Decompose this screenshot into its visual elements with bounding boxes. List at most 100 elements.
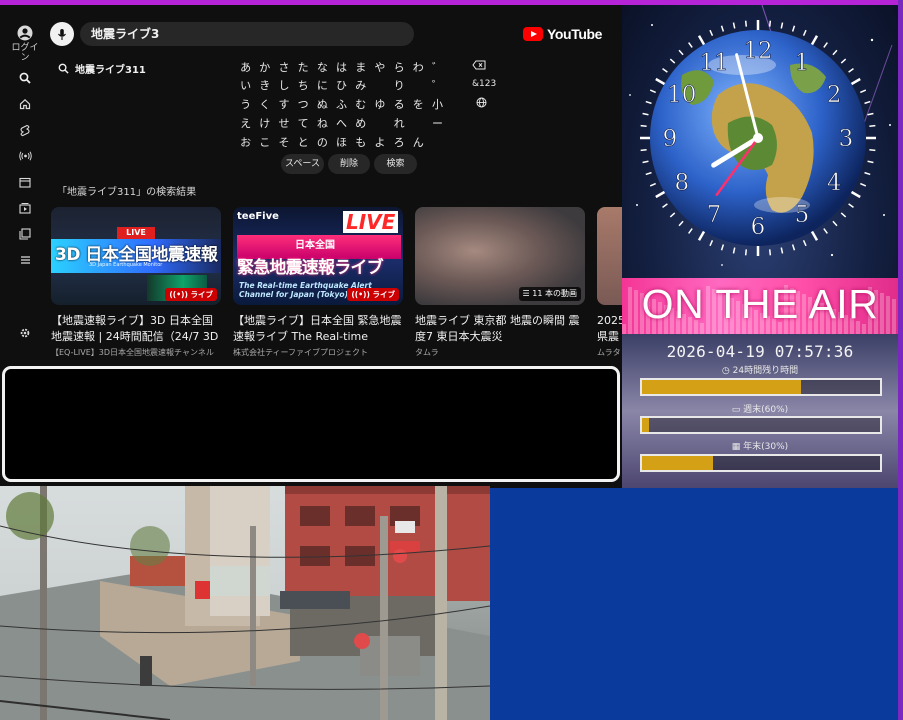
key[interactable]: お bbox=[236, 134, 255, 150]
key[interactable]: ー bbox=[428, 115, 447, 131]
key[interactable]: ひ bbox=[332, 77, 351, 93]
key[interactable]: へ bbox=[332, 115, 351, 131]
key[interactable]: せ bbox=[274, 115, 293, 131]
clock-numeral: 11 bbox=[699, 50, 728, 76]
key[interactable]: し bbox=[274, 77, 293, 93]
blank-video-window[interactable] bbox=[2, 366, 620, 482]
key[interactable]: そ bbox=[274, 134, 293, 150]
key[interactable]: に bbox=[313, 77, 332, 93]
key[interactable]: つ bbox=[294, 96, 313, 112]
key[interactable]: ち bbox=[294, 77, 313, 93]
key[interactable]: み bbox=[351, 77, 370, 93]
video-thumbnail bbox=[597, 207, 622, 305]
rail-live-icon[interactable] bbox=[14, 146, 36, 166]
key[interactable]: め bbox=[351, 115, 370, 131]
key[interactable]: む bbox=[351, 96, 370, 112]
live-signal-icon: ((•)) bbox=[169, 290, 191, 299]
key[interactable]: を bbox=[409, 96, 428, 112]
thumb-headline: 緊急地震速報ライブ bbox=[237, 258, 384, 278]
key[interactable]: と bbox=[294, 134, 313, 150]
result-card[interactable]: ☰ 11 本の動画 地震ライブ 東京都 地震の瞬間 震度7 東日本大震災 タムラ bbox=[415, 207, 585, 358]
rail-calendar-icon[interactable] bbox=[14, 172, 36, 192]
rail-library-icon[interactable] bbox=[14, 224, 36, 244]
key[interactable]: も bbox=[351, 134, 370, 150]
clock-numeral: 7 bbox=[707, 202, 722, 228]
key[interactable]: ふ bbox=[332, 96, 351, 112]
key[interactable]: ほ bbox=[332, 134, 351, 150]
key[interactable]: る bbox=[390, 96, 409, 112]
space-button[interactable]: スペース bbox=[281, 154, 324, 174]
key[interactable]: す bbox=[274, 96, 293, 112]
key[interactable]: う bbox=[236, 96, 255, 112]
key[interactable] bbox=[370, 115, 389, 131]
key[interactable]: ら bbox=[390, 59, 409, 75]
key[interactable]: ぬ bbox=[313, 96, 332, 112]
calendar-icon bbox=[19, 177, 31, 188]
bar-label-text: 週末(60%) bbox=[743, 405, 789, 415]
key[interactable]: か bbox=[255, 59, 274, 75]
key[interactable]: ゜ bbox=[428, 77, 447, 93]
video-title: 【地震ライブ】日本全国 緊急地震速報ライブ The Real-time bbox=[233, 314, 402, 343]
rail-search-icon[interactable] bbox=[14, 68, 36, 88]
clock-numeral: 5 bbox=[795, 202, 810, 228]
language-key[interactable] bbox=[476, 97, 487, 111]
backspace-key[interactable] bbox=[472, 60, 486, 73]
search-suggestion[interactable]: 地震ライブ311 bbox=[58, 61, 146, 76]
key[interactable]: よ bbox=[370, 134, 389, 150]
key[interactable]: は bbox=[332, 59, 351, 75]
voice-search-button[interactable] bbox=[50, 22, 74, 46]
key[interactable]: ろ bbox=[390, 134, 409, 150]
search-input[interactable]: 地震ライブ3 bbox=[80, 22, 414, 46]
key[interactable] bbox=[409, 115, 428, 131]
on-air-clock-panel: 12 1 2 3 4 5 6 7 8 9 10 11 ON THE AIR 2026-04-19 07… bbox=[622, 5, 898, 488]
delete-button[interactable]: 削除 bbox=[328, 154, 370, 174]
numeric-mode-key[interactable]: &123 bbox=[472, 79, 496, 89]
key[interactable]: り bbox=[390, 77, 409, 93]
key[interactable]: け bbox=[255, 115, 274, 131]
video-title: 【地震速報ライブ】3D 日本全国地震速報 | 24時間配信（24/7 3D bbox=[51, 314, 219, 343]
key[interactable]: ゆ bbox=[370, 96, 389, 112]
key[interactable]: ん bbox=[409, 134, 428, 150]
clock-tick bbox=[768, 249, 772, 256]
key[interactable]: た bbox=[294, 59, 313, 75]
key[interactable]: ま bbox=[351, 59, 370, 75]
live-badge-label: ライブ bbox=[372, 290, 396, 299]
result-card[interactable]: 2025 県震 ムラタ bbox=[597, 207, 622, 358]
globe-icon bbox=[476, 97, 487, 108]
key[interactable]: ゛ bbox=[428, 59, 447, 75]
key[interactable]: て bbox=[294, 115, 313, 131]
key[interactable]: れ bbox=[390, 115, 409, 131]
rail-shorts-icon[interactable] bbox=[14, 120, 36, 140]
key[interactable]: え bbox=[236, 115, 255, 131]
key[interactable]: く bbox=[255, 96, 274, 112]
key[interactable]: 小 bbox=[428, 96, 447, 112]
key[interactable]: や bbox=[370, 59, 389, 75]
video-thumbnail: teeFive LIVE 日本全国 緊急地震速報ライブ The Real-tim… bbox=[233, 207, 403, 305]
search-button[interactable]: 検索 bbox=[374, 154, 417, 174]
rail-menu-icon[interactable] bbox=[14, 250, 36, 270]
keyboard-row-5: おこそとのほもよろん bbox=[236, 134, 447, 150]
key[interactable] bbox=[370, 77, 389, 93]
playlist-count-label: 11 本の動画 bbox=[532, 289, 577, 298]
key[interactable]: の bbox=[313, 134, 332, 150]
result-card[interactable]: LIVE 3D 日本全国地震速報 3D Japan Earthquake Mon… bbox=[51, 207, 221, 358]
backspace-icon bbox=[472, 60, 486, 70]
key[interactable]: わ bbox=[409, 59, 428, 75]
rail-settings-icon[interactable] bbox=[14, 323, 36, 343]
key[interactable]: ね bbox=[313, 115, 332, 131]
key[interactable]: さ bbox=[274, 59, 293, 75]
clock-numeral: 4 bbox=[827, 170, 842, 196]
key[interactable]: き bbox=[255, 77, 274, 93]
key[interactable]: こ bbox=[255, 134, 274, 150]
key[interactable] bbox=[428, 134, 447, 150]
result-card[interactable]: teeFive LIVE 日本全国 緊急地震速報ライブ The Real-tim… bbox=[233, 207, 403, 358]
key[interactable]: あ bbox=[236, 59, 255, 75]
key[interactable]: な bbox=[313, 59, 332, 75]
rail-subscriptions-icon[interactable] bbox=[14, 198, 36, 218]
login-button[interactable]: ログイン bbox=[8, 25, 42, 63]
key[interactable]: い bbox=[236, 77, 255, 93]
rail-home-icon[interactable] bbox=[14, 94, 36, 114]
bar-label-text: 年末(30%) bbox=[743, 442, 789, 452]
live-badge: ((•)) ライブ bbox=[347, 288, 399, 301]
key[interactable] bbox=[409, 77, 428, 93]
